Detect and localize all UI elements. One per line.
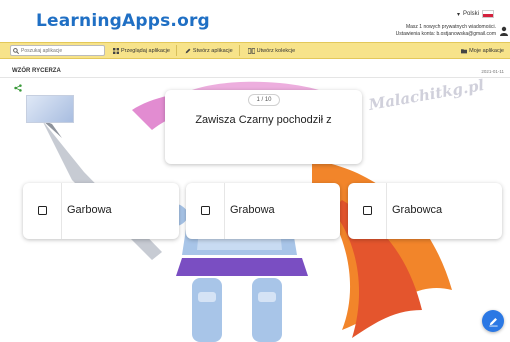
divider [386, 183, 387, 239]
messages-link[interactable]: Masz 1 nowych prywatnych wiadomości. [396, 24, 496, 31]
page-title-bar: WZÓR RYCERZA 2021-01-11 [0, 64, 510, 78]
collection-icon [247, 47, 255, 54]
answer-option-2[interactable]: Grabowa [186, 183, 340, 239]
search-box[interactable] [10, 45, 105, 56]
nav-my-apps[interactable]: Moje aplikacje [461, 48, 504, 54]
answer-label: Grabowa [230, 204, 275, 216]
answer-option-3[interactable]: Grabowca [348, 183, 502, 239]
grid-icon [113, 47, 119, 54]
edit-icon [488, 317, 498, 326]
answer-option-1[interactable]: Garbowa [23, 183, 179, 239]
checkbox-icon[interactable] [363, 206, 372, 215]
nav-create[interactable]: Stwórz aplikacje [185, 48, 233, 54]
answer-label: Grabowca [392, 204, 443, 216]
language-label: Polski [462, 11, 479, 17]
folder-icon [461, 48, 468, 53]
pencil-icon [185, 48, 191, 53]
app-header: LearningApps.org ▾ Polski Masz 1 nowych … [0, 0, 510, 40]
app-thumbnail[interactable] [26, 95, 74, 123]
question-card: 1 / 10 Zawisza Czarny pochodził z [165, 90, 362, 164]
edit-fab-button[interactable] [482, 310, 504, 332]
nav-collection-label: Utwórz kolekcje [256, 47, 296, 54]
page-date: 2021-01-11 [481, 69, 504, 74]
search-input[interactable] [21, 47, 101, 54]
main-toolbar: Przeglądaj aplikacje Stwórz aplikacje Ut… [0, 42, 510, 59]
checkbox-icon[interactable] [38, 206, 47, 215]
nav-browse[interactable]: Przeglądaj aplikacje [113, 47, 170, 54]
divider [175, 45, 177, 56]
divider [238, 45, 240, 56]
header-notices: Masz 1 nowych prywatnych wiadomości. Ust… [396, 24, 496, 38]
account-link[interactable]: Ustawienia konta: b.ostjanowska@gmail.co… [396, 31, 496, 38]
question-counter: 1 / 10 [248, 94, 280, 106]
nav-collection[interactable]: Utwórz kolekcje [247, 47, 296, 54]
nav-browse-label: Przeglądaj aplikacje [121, 47, 170, 54]
logo[interactable]: LearningApps.org [36, 11, 210, 31]
question-text: Zawisza Czarny pochodził z [195, 114, 332, 126]
answer-label: Garbowa [67, 204, 112, 216]
nav-my-apps-label: Moje aplikacje [469, 47, 504, 54]
divider [224, 183, 225, 239]
language-selector[interactable]: ▾ Polski [457, 10, 494, 18]
page-title: WZÓR RYCERZA [12, 68, 61, 74]
checkbox-icon[interactable] [201, 206, 210, 215]
nav-create-label: Stwórz aplikacje [192, 47, 233, 54]
share-icon[interactable] [14, 84, 22, 92]
flag-icon [482, 10, 494, 18]
chevron-down-icon: ▾ [456, 11, 460, 18]
divider [61, 183, 62, 239]
user-icon[interactable] [500, 26, 508, 36]
search-icon [13, 47, 19, 54]
